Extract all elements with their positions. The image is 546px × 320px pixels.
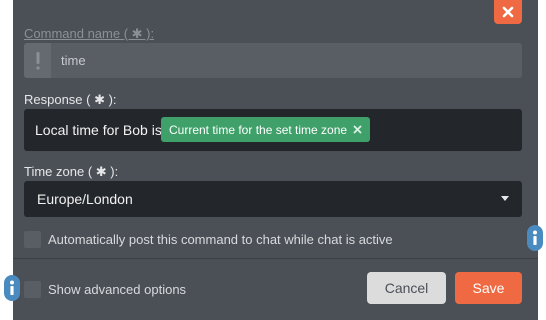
- save-button[interactable]: Save: [455, 272, 522, 304]
- time-zone-value: Europe/London: [37, 191, 133, 207]
- command-name-icon-box: [24, 43, 51, 78]
- command-name-value: time: [61, 53, 86, 68]
- command-name-label: Command name ( ✱ ):: [24, 26, 155, 41]
- variable-tag[interactable]: Current time for the set time zone: [161, 117, 371, 142]
- variable-tag-label: Current time for the set time zone: [169, 122, 348, 137]
- info-icon[interactable]: [4, 275, 20, 301]
- close-button[interactable]: [494, 0, 522, 24]
- time-zone-label: Time zone ( ✱ ):: [24, 164, 119, 179]
- command-name-input[interactable]: time: [24, 43, 522, 78]
- close-icon[interactable]: [353, 125, 362, 134]
- response-text: Local time for Bob is: [35, 122, 162, 138]
- footer-divider: [13, 258, 538, 259]
- auto-post-checkbox[interactable]: [24, 231, 41, 248]
- response-label: Response ( ✱ ):: [24, 92, 117, 107]
- close-icon: [502, 6, 514, 18]
- chevron-down-icon: [501, 196, 509, 201]
- info-icon[interactable]: [527, 225, 543, 251]
- cancel-button[interactable]: Cancel: [367, 272, 446, 304]
- info-glyph: [10, 280, 14, 295]
- info-glyph: [533, 230, 537, 245]
- auto-post-label: Automatically post this command to chat …: [48, 232, 393, 247]
- exclamation-icon: [36, 51, 39, 69]
- advanced-options-label: Show advanced options: [48, 282, 187, 297]
- response-input[interactable]: Local time for Bob is Current time for t…: [24, 109, 522, 151]
- command-dialog: Command name ( ✱ ): time Response ( ✱ ):…: [13, 0, 538, 320]
- time-zone-select[interactable]: Europe/London: [24, 181, 522, 217]
- advanced-options-checkbox[interactable]: [24, 281, 41, 298]
